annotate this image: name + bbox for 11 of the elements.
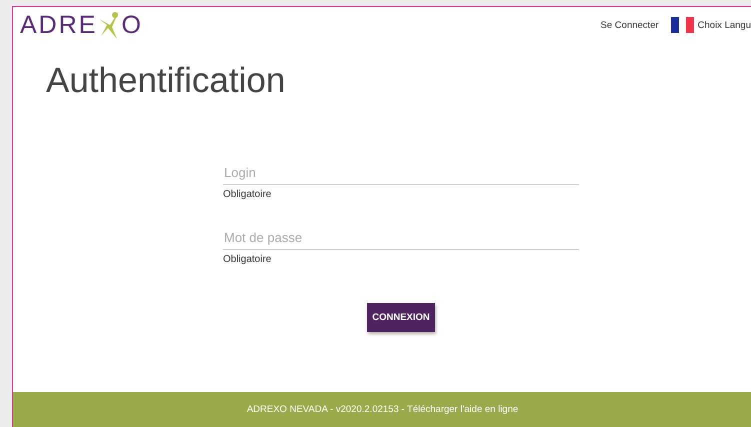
logo-text: ADRE <box>20 10 98 40</box>
figure-icon <box>98 10 120 40</box>
connect-button[interactable]: CONNEXION <box>367 303 435 332</box>
field-hint: Obligatoire <box>223 254 272 265</box>
sign-in-link[interactable]: Se Connecter <box>600 20 659 30</box>
page-title: Authentification <box>46 61 286 101</box>
language-link[interactable]: Choix Langu <box>698 20 751 30</box>
flag-icon <box>670 17 694 33</box>
footer-text: ADREXO NEVADA - v2020.2.02153 - Télécharger l'aide en ligne <box>246 404 518 415</box>
logo-text: O <box>121 10 143 40</box>
field-hint: Obligatoire <box>223 189 272 200</box>
